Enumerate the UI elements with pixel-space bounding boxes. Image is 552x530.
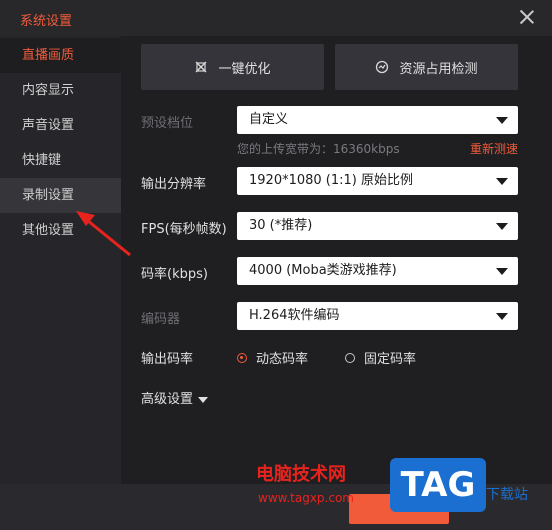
red-arrow-annotation <box>76 211 131 257</box>
watermark-url: www.tagxp.com <box>258 491 354 505</box>
watermark-download: 下载站 <box>486 487 528 503</box>
watermark-site-name: 电脑技术网 <box>256 464 346 485</box>
watermark-logo: TAG <box>390 458 486 512</box>
